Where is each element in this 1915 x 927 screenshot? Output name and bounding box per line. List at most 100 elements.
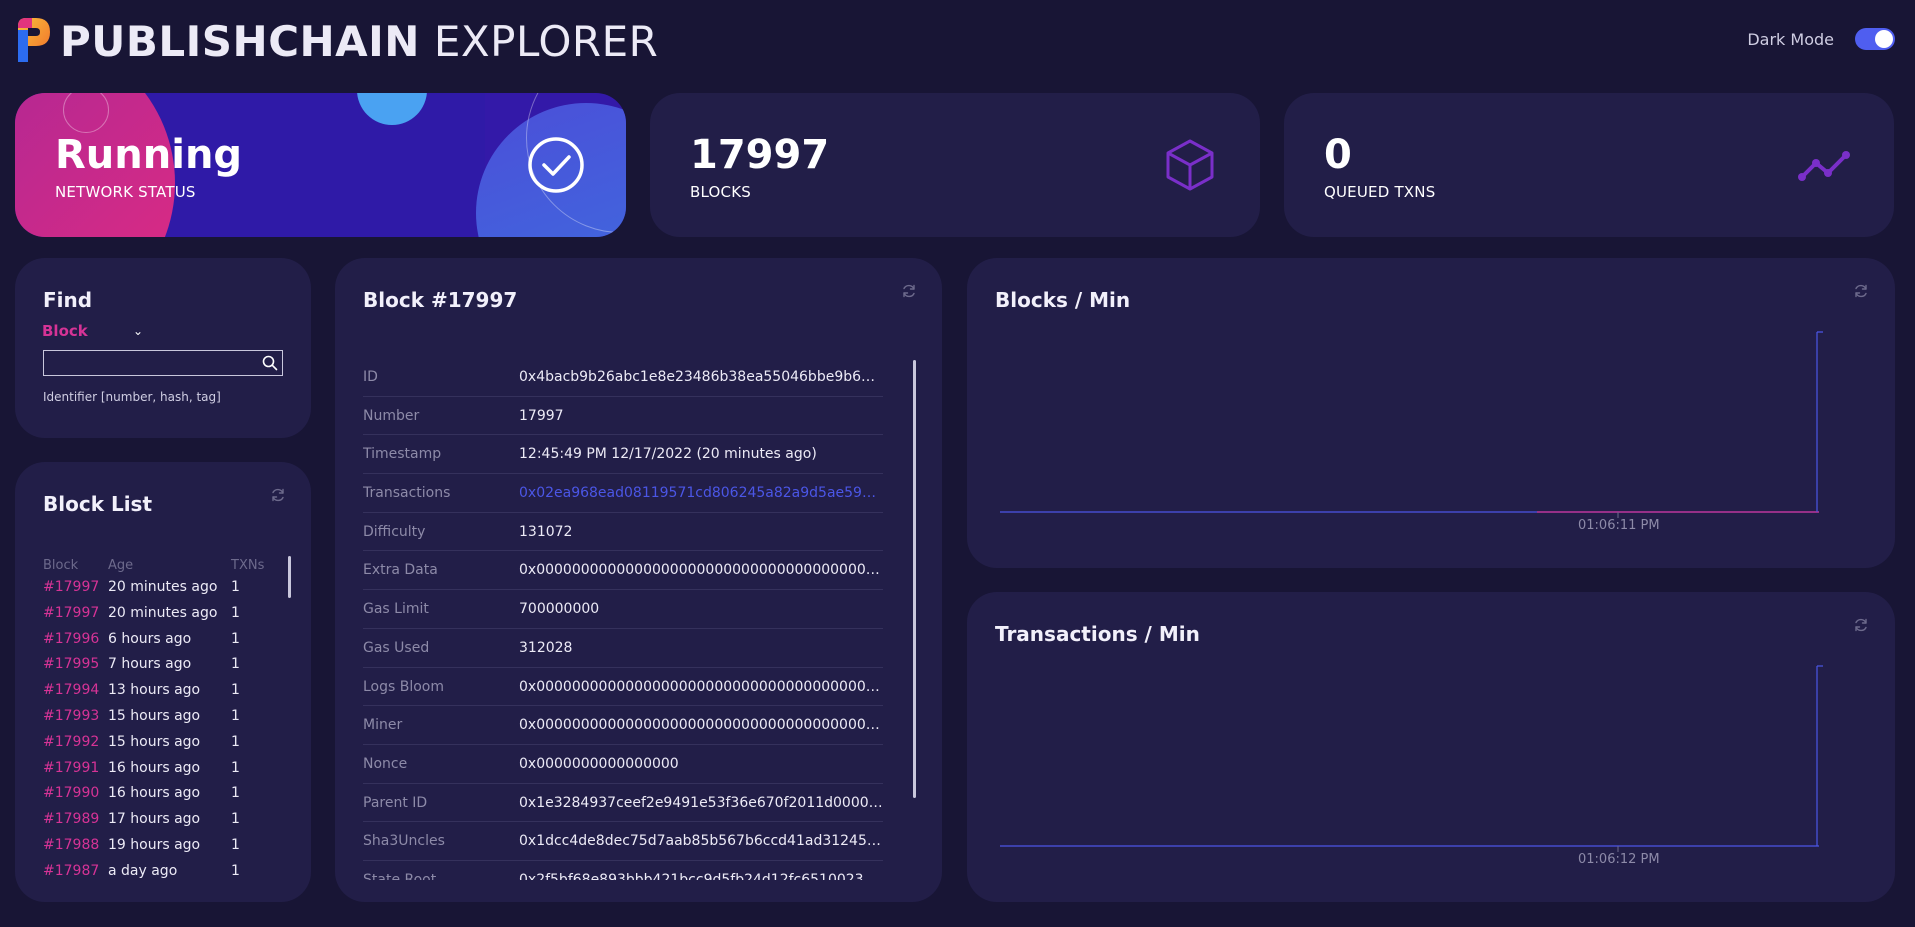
app-title-light: EXPLORER [433,17,659,66]
detail-key: State Root [363,871,437,880]
detail-value: 17997 [519,407,564,424]
column-header-block: Block [43,558,79,573]
block-age: 17 hours ago [108,811,201,828]
blocks-count-value: 17997 [690,132,830,178]
queued-txns-label: QUEUED TXNS [1324,183,1436,201]
refresh-icon[interactable] [901,283,917,299]
block-list-row[interactable]: #17990 16 hours ago 1 [15,785,285,811]
network-status-card: Running NETWORK STATUS [15,93,626,237]
check-circle-icon [528,137,584,193]
detail-value: 0x00000000000000000000000000000000000000… [519,678,883,695]
block-list-row[interactable]: #17997 20 minutes ago 1 [15,605,285,631]
detail-value-link[interactable]: 0x02ea968ead08119571cd806245a82a9d5ae599… [519,474,883,512]
detail-key: Difficulty [363,523,426,540]
block-age: 7 hours ago [108,656,192,673]
detail-value: 0x4bacb9b26abc1e8e23486b38ea55046bbe9b6b… [519,369,883,385]
detail-row: Parent ID 0x1e3284937ceef2e9491e53f36e670… [363,784,883,823]
detail-row: Gas Limit 700000000 [363,590,883,629]
search-icon[interactable] [262,355,278,371]
block-list-row[interactable]: #17992 15 hours ago 1 [15,734,285,760]
block-link[interactable]: #17994 [43,682,99,698]
blocks-chart-plot [1000,331,1823,518]
block-link[interactable]: #17996 [43,631,99,647]
block-list-row[interactable]: #17987 a day ago 1 [15,863,285,889]
block-list-scrollbar[interactable] [288,556,291,598]
block-list-row[interactable]: #17991 16 hours ago 1 [15,760,285,786]
detail-key: Timestamp [363,446,442,463]
detail-row: State Root 0x2f5bf68e893bbb421bcc9d5fb24d… [363,861,883,880]
block-list-row[interactable]: #17995 7 hours ago 1 [15,656,285,682]
block-link[interactable]: #17987 [43,863,99,879]
network-status-value: Running [55,132,243,178]
refresh-icon[interactable] [270,487,286,503]
block-list-row[interactable]: #17988 19 hours ago 1 [15,837,285,863]
block-link[interactable]: #17990 [43,785,99,801]
block-link[interactable]: #17995 [43,656,99,672]
block-age: 20 minutes ago [108,604,218,621]
block-age: 16 hours ago [108,759,201,776]
column-header-txns: TXNs [231,558,265,573]
find-card: Find Block ⌄ Identifier [number, hash, t… [15,258,311,438]
detail-value: 131072 [519,523,573,540]
cube-icon [1166,139,1214,191]
queued-txns-stat-card: 0 QUEUED TXNS [1284,93,1894,237]
detail-row: Sha3Uncles 0x1dcc4de8dec75d7aab85b567b6cc… [363,822,883,861]
block-list-row[interactable]: #17989 17 hours ago 1 [15,811,285,837]
block-list-title: Block List [43,492,153,516]
blocks-per-min-chart: Blocks / Min 01:06:11 PM [967,258,1895,568]
detail-key: Logs Bloom [363,678,445,695]
detail-value: 312028 [519,639,573,656]
detail-key: Nonce [363,755,408,772]
dark-mode-toggle[interactable] [1855,28,1895,50]
txns-chart-plot [1000,665,1823,852]
detail-row: Gas Used 312028 [363,629,883,668]
blocks-count-label: BLOCKS [690,183,751,201]
block-txn-count: 1 [231,682,240,699]
queued-txns-value: 0 [1324,132,1352,178]
block-list-row[interactable]: #17993 15 hours ago 1 [15,708,285,734]
block-txn-count: 1 [231,630,240,647]
txns-per-min-chart: Transactions / Min 01:06:12 PM [967,592,1895,902]
blocks-chart-x-tick: 01:06:11 PM [1578,518,1660,533]
detail-key: Parent ID [363,794,428,811]
publishchain-logo-icon [18,18,50,62]
block-age: 13 hours ago [108,682,201,699]
detail-row: Extra Data 0x0000000000000000000000000000… [363,551,883,591]
detail-row: Logs Bloom 0x0000000000000000000000000000… [363,668,883,707]
block-link[interactable]: #17988 [43,837,99,853]
detail-row: Miner 0x000000000000000000000000000000000… [363,706,883,745]
block-link[interactable]: #17997 [43,605,99,621]
network-status-label: NETWORK STATUS [55,183,196,201]
block-txn-count: 1 [231,837,240,853]
block-link[interactable]: #17997 [43,579,99,595]
find-type-select[interactable]: Block [42,322,88,340]
find-search-input[interactable] [43,350,283,376]
block-list-row[interactable]: #17996 6 hours ago 1 [15,631,285,657]
block-age: 20 minutes ago [108,579,218,595]
detail-row: Difficulty 131072 [363,513,883,552]
chevron-down-icon[interactable]: ⌄ [133,324,143,338]
block-age: 15 hours ago [108,708,201,724]
find-hint: Identifier [number, hash, tag] [43,390,221,404]
detail-value: 0x1dcc4de8dec75d7aab85b567b6ccd41ad31245… [519,833,883,850]
block-age: a day ago [108,862,178,879]
block-link[interactable]: #17992 [43,734,99,750]
detail-value: 12:45:49 PM 12/17/2022 (20 minutes ago) [519,446,817,463]
block-link[interactable]: #17989 [43,811,99,827]
block-age: 16 hours ago [108,785,201,802]
detail-key: Sha3Uncles [363,833,445,850]
block-list-row[interactable]: #17997 20 minutes ago 1 [15,579,285,605]
block-detail-title: Block #17997 [363,288,518,312]
block-link[interactable]: #17993 [43,708,99,724]
block-txn-count: 1 [231,785,240,802]
blocks-stat-card: 17997 BLOCKS [650,93,1260,237]
block-list-row[interactable]: #17994 13 hours ago 1 [15,682,285,708]
detail-key: Miner [363,717,403,734]
detail-value: 0x00000000000000000000000000000000000000… [519,717,883,734]
block-link[interactable]: #17991 [43,760,99,776]
trend-line-icon [1798,151,1850,181]
block-detail-scrollbar[interactable] [913,360,916,798]
dark-mode-label: Dark Mode [1747,30,1834,49]
detail-key: Gas Used [363,639,430,656]
block-detail-card: Block #17997 ID 0x4bacb9b26abc1e8e23486b3… [335,258,942,902]
